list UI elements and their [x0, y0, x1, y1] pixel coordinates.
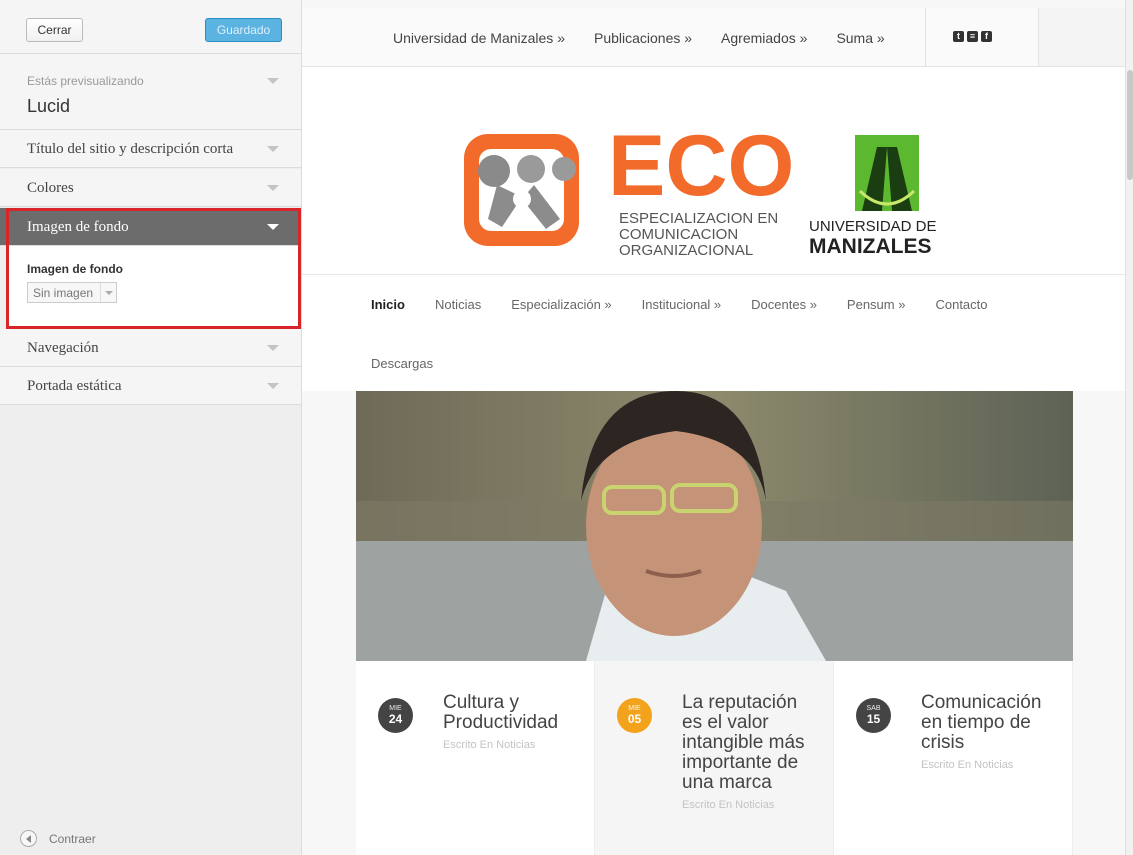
theme-name: Lucid: [27, 96, 71, 116]
nav-item-inicio[interactable]: Inicio: [371, 297, 405, 312]
close-button[interactable]: Cerrar: [26, 18, 83, 42]
post-meta: Escrito En Noticias: [682, 799, 775, 811]
posts-row: MIE 24 Cultura y Productividad Escrito E…: [356, 661, 1073, 855]
university-line-1: UNIVERSIDAD DE: [809, 218, 937, 235]
chevron-down-icon: [267, 146, 279, 152]
post-meta: Escrito En Noticias: [443, 739, 536, 751]
nav-item-pensum[interactable]: Pensum »: [847, 297, 906, 312]
section-label: Portada estática: [27, 378, 122, 394]
section-colors[interactable]: Colores: [0, 169, 301, 207]
chevron-down-icon: [267, 185, 279, 191]
hero-photo: [356, 391, 1073, 661]
facebook-icon[interactable]: f: [981, 31, 992, 42]
theme-preview-info[interactable]: Estás previsualizando Lucid: [0, 54, 301, 130]
main-nav-row: Inicio Noticias Especialización » Instit…: [371, 297, 1018, 312]
top-nav-item[interactable]: Agremiados »: [721, 30, 807, 46]
nav-item-descargas[interactable]: Descargas: [371, 356, 433, 371]
top-bar-edge: [1039, 8, 1133, 67]
logo-line-1: ESPECIALIZACION EN: [619, 210, 778, 227]
divider: [925, 8, 926, 67]
nav-item-institucional[interactable]: Institucional »: [642, 297, 722, 312]
date-number: 05: [627, 712, 642, 726]
saved-button[interactable]: Guardado: [205, 18, 282, 42]
date-badge: SAB 15: [856, 698, 891, 733]
collapse-label: Contraer: [49, 831, 96, 846]
section-label: Navegación: [27, 340, 99, 356]
post-title[interactable]: La reputación es el valor intangible más…: [682, 692, 805, 793]
top-nav: Universidad de Manizales » Publicaciones…: [393, 30, 914, 46]
collapse-arrow-icon: [20, 830, 37, 847]
chevron-down-icon: [267, 383, 279, 389]
hero-image[interactable]: [356, 391, 1073, 661]
post-card[interactable]: SAB 15 Comunicación en tiempo de crisis …: [834, 661, 1073, 855]
rss-icon[interactable]: ≡: [967, 31, 978, 42]
date-badge: MIE 05: [617, 698, 652, 733]
main-nav: Inicio Noticias Especialización » Instit…: [302, 275, 1125, 391]
section-label: Colores: [27, 180, 74, 196]
social-icons: t ≡ f: [953, 31, 995, 42]
nav-item-noticias[interactable]: Noticias: [435, 297, 481, 312]
logo-line-3: ORGANIZACIONAL: [619, 242, 753, 259]
post-title-block: La reputación es el valor intangible más…: [682, 693, 822, 815]
top-nav-item[interactable]: Universidad de Manizales »: [393, 30, 565, 46]
university-line-2: MANIZALES: [809, 235, 932, 258]
site-header: ECO ESPECIALIZACION EN COMUNICACION ORGA…: [302, 67, 1125, 275]
post-card[interactable]: MIE 05 La reputación es el valor intangi…: [595, 661, 834, 855]
chevron-down-icon: [267, 78, 279, 84]
nav-item-contacto[interactable]: Contacto: [935, 297, 987, 312]
post-title-block: Cultura y Productividad Escrito En Notic…: [443, 693, 583, 755]
section-static-front-page[interactable]: Portada estática: [0, 367, 301, 405]
top-bar: Universidad de Manizales » Publicaciones…: [302, 8, 1039, 67]
top-nav-item[interactable]: Publicaciones »: [594, 30, 692, 46]
preview-scrollbar[interactable]: [1125, 0, 1133, 855]
collapse-button[interactable]: Contraer: [20, 830, 96, 847]
chevron-down-icon: [267, 345, 279, 351]
twitter-icon[interactable]: t: [953, 31, 964, 42]
post-title[interactable]: Comunicación en tiempo de crisis: [921, 692, 1041, 753]
date-day: SAB: [866, 705, 881, 712]
section-label: Título del sitio y descripción corta: [27, 141, 234, 157]
logo-line-2: COMUNICACION: [619, 226, 738, 243]
date-day: MIE: [628, 705, 641, 712]
customizer-sidebar: Cerrar Guardado Estás previsualizando Lu…: [0, 0, 302, 855]
highlight-box: [6, 208, 301, 329]
scrollbar-thumb[interactable]: [1127, 70, 1133, 180]
post-title-block: Comunicación en tiempo de crisis Escrito…: [921, 693, 1061, 775]
previewing-label: Estás previsualizando: [27, 74, 144, 88]
date-number: 15: [866, 712, 881, 726]
date-day: MIE: [389, 705, 402, 712]
eco-logo-text: ECO: [608, 118, 794, 214]
eco-logo-mark-icon: [464, 134, 579, 246]
date-badge: MIE 24: [378, 698, 413, 733]
section-site-title[interactable]: Título del sitio y descripción corta: [0, 130, 301, 168]
nav-item-especializacion[interactable]: Especialización »: [511, 297, 611, 312]
sidebar-header: Cerrar Guardado: [0, 0, 301, 54]
site-logo[interactable]: ECO ESPECIALIZACION EN COMUNICACION ORGA…: [302, 67, 1125, 275]
section-navigation[interactable]: Navegación: [0, 329, 301, 367]
nav-item-docentes[interactable]: Docentes »: [751, 297, 817, 312]
top-nav-item[interactable]: Suma »: [836, 30, 884, 46]
university-logo-mark-icon: [855, 135, 919, 211]
post-title[interactable]: Cultura y Productividad: [443, 692, 558, 733]
post-card[interactable]: MIE 24 Cultura y Productividad Escrito E…: [356, 661, 595, 855]
site-preview: Universidad de Manizales » Publicaciones…: [302, 0, 1133, 855]
date-number: 24: [388, 712, 403, 726]
post-meta: Escrito En Noticias: [921, 759, 1014, 771]
